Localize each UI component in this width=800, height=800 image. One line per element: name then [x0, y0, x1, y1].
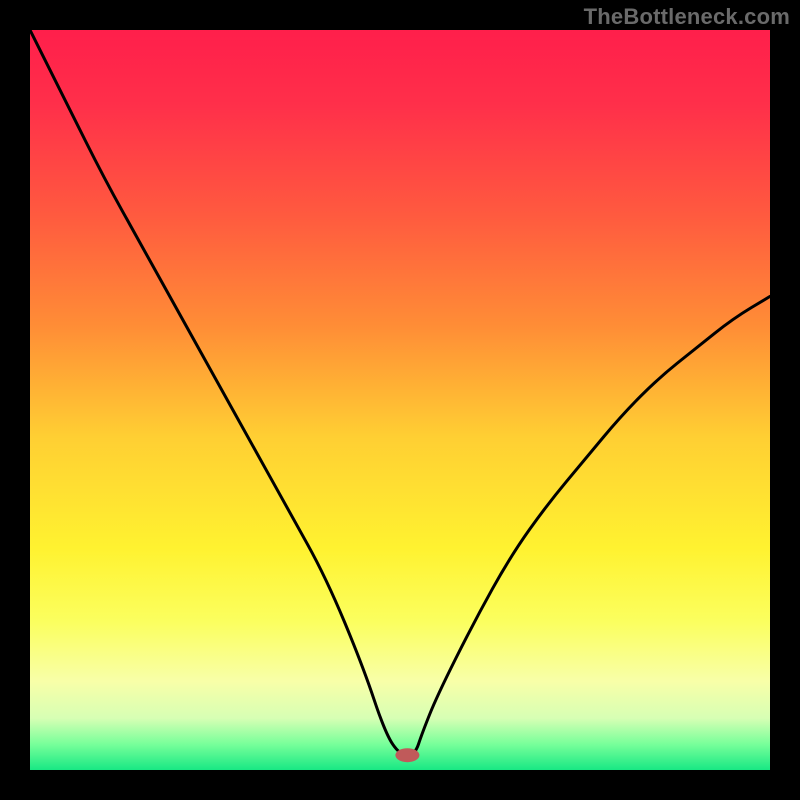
optimal-marker: [395, 748, 419, 762]
watermark-text: TheBottleneck.com: [584, 4, 790, 30]
gradient-background: [30, 30, 770, 770]
chart-svg: [30, 30, 770, 770]
chart-frame: TheBottleneck.com: [0, 0, 800, 800]
plot-area: [30, 30, 770, 770]
